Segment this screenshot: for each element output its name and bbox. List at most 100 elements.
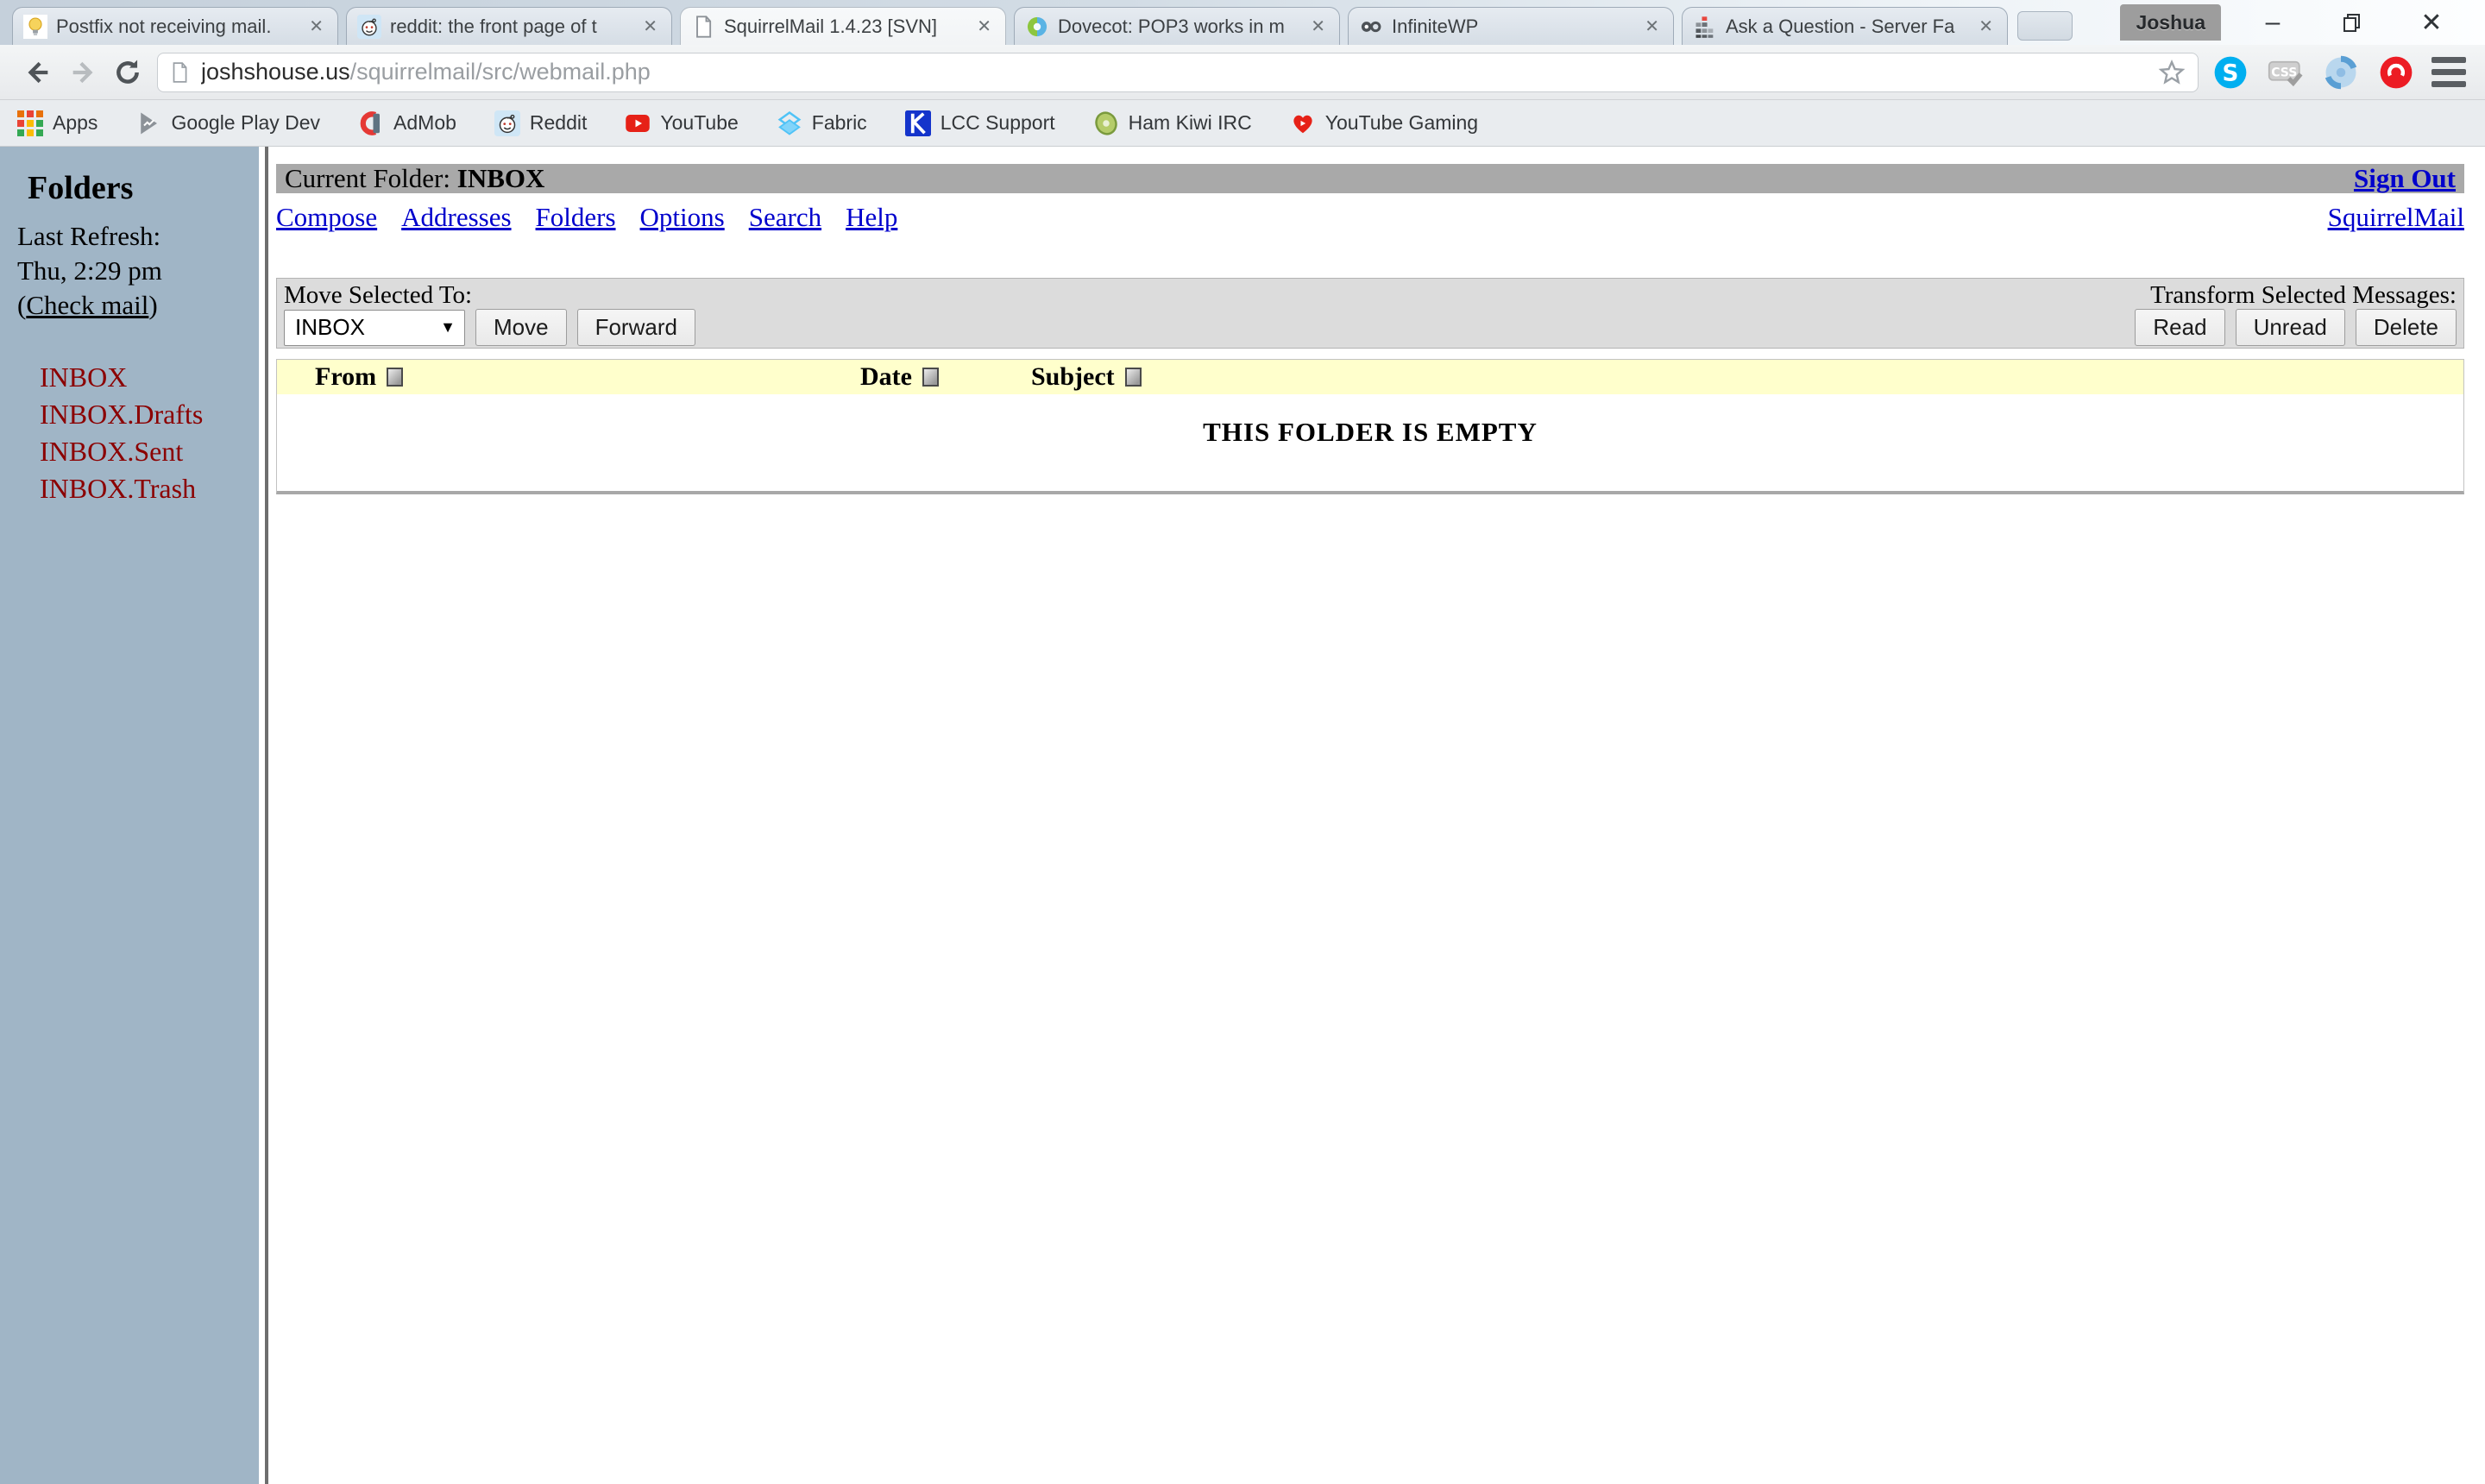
forward-button[interactable] — [60, 50, 105, 95]
page-content: Folders Last Refresh: Thu, 2:29 pm (Chec… — [0, 147, 2485, 1484]
move-button[interactable]: Move — [475, 309, 567, 346]
message-actions-band: Move Selected To: INBOX ▼ Move Forward T… — [276, 278, 2464, 349]
tab-dovecot[interactable]: Dovecot: POP3 works in m ✕ — [1014, 7, 1340, 45]
bookmark-apps[interactable]: Apps — [17, 110, 98, 136]
bookmark-youtube-gaming[interactable]: YouTube Gaming — [1290, 110, 1478, 136]
bookmark-youtube[interactable]: YouTube — [625, 110, 739, 136]
squirrelmail-link[interactable]: SquirrelMail — [2328, 202, 2464, 233]
tab-reddit[interactable]: reddit: the front page of t ✕ — [346, 7, 672, 45]
menu-search[interactable]: Search — [749, 202, 821, 233]
bookmark-admob[interactable]: AdMob — [358, 110, 456, 136]
close-icon[interactable]: ✕ — [1639, 14, 1664, 39]
chrome-menu-icon[interactable] — [2432, 57, 2466, 87]
lightbulb-icon — [23, 14, 47, 39]
tab-infinitewp[interactable]: InfiniteWP ✕ — [1348, 7, 1674, 45]
tab-postfix[interactable]: Postfix not receiving mail. ✕ — [12, 7, 338, 45]
reddit-icon — [494, 110, 520, 136]
tab-strip: Postfix not receiving mail. ✕ reddit: th… — [12, 7, 2073, 45]
forward-button-mail[interactable]: Forward — [576, 309, 695, 346]
new-tab-button[interactable] — [2017, 11, 2073, 41]
folder-inbox-drafts[interactable]: INBOX.Drafts — [40, 396, 250, 433]
back-button[interactable] — [16, 50, 60, 95]
profile-badge[interactable]: Joshua — [2120, 4, 2221, 41]
delete-button[interactable]: Delete — [2355, 309, 2457, 346]
frame-divider — [259, 147, 271, 1484]
menu-folders[interactable]: Folders — [536, 202, 616, 233]
close-icon[interactable]: ✕ — [972, 14, 997, 39]
reddit-icon — [357, 14, 381, 39]
lcc-icon — [904, 110, 931, 136]
play-dev-icon — [135, 110, 161, 136]
close-icon[interactable]: ✕ — [1305, 14, 1331, 39]
authy-icon[interactable] — [2376, 53, 2416, 92]
bookmark-reddit[interactable]: Reddit — [494, 110, 587, 136]
tab-squirrelmail-active[interactable]: SquirrelMail 1.4.23 [SVN] ✕ — [680, 7, 1006, 45]
check-mail: (Check mail) — [17, 290, 158, 320]
close-icon[interactable]: ✕ — [638, 14, 663, 39]
message-list: From Date Subject THIS FOLDER IS EMPTY — [276, 359, 2464, 494]
extension-icons: S CSS — [2211, 53, 2469, 92]
message-list-body: THIS FOLDER IS EMPTY — [277, 394, 2463, 491]
tab-serverfault[interactable]: Ask a Question - Server Fa ✕ — [1682, 7, 2008, 45]
empty-folder-message: THIS FOLDER IS EMPTY — [1203, 417, 1538, 447]
browser-window: Postfix not receiving mail. ✕ reddit: th… — [0, 0, 2485, 1484]
skype-icon[interactable]: S — [2211, 53, 2250, 92]
sync-icon[interactable] — [2321, 53, 2361, 92]
menu-help[interactable]: Help — [846, 202, 897, 233]
menu-compose[interactable]: Compose — [276, 202, 377, 233]
column-subject: Subject — [1031, 360, 1142, 394]
sort-from-icon[interactable] — [387, 368, 404, 387]
bookmark-ham-kiwi-irc[interactable]: Ham Kiwi IRC — [1093, 110, 1252, 136]
unread-button[interactable]: Unread — [2235, 309, 2345, 346]
url-host: joshshouse.us — [201, 59, 350, 85]
admob-icon — [358, 110, 384, 136]
sort-date-icon[interactable] — [922, 368, 939, 387]
folder-inbox-sent[interactable]: INBOX.Sent — [40, 433, 250, 470]
navigation-toolbar: joshshouse.us/squirrelmail/src/webmail.p… — [0, 45, 2485, 100]
sign-out-link[interactable]: Sign Out — [2354, 163, 2456, 194]
check-mail-link[interactable]: Check mail — [26, 290, 148, 320]
transform-section: Transform Selected Messages: Read Unread… — [2135, 281, 2457, 346]
move-folder-select[interactable]: INBOX ▼ — [284, 309, 465, 346]
folders-heading: Folders — [28, 170, 134, 206]
bookmark-star-icon[interactable] — [2153, 53, 2191, 91]
infinitewp-icon — [1359, 15, 1383, 39]
youtube-icon — [625, 110, 651, 136]
bookmark-lcc-support[interactable]: LCC Support — [904, 110, 1055, 136]
folder-inbox-trash[interactable]: INBOX.Trash — [40, 470, 250, 507]
dovecot-icon — [1025, 15, 1049, 39]
apps-grid-icon — [17, 110, 43, 136]
close-icon[interactable]: ✕ — [304, 14, 329, 39]
address-bar[interactable]: joshshouse.us/squirrelmail/src/webmail.p… — [157, 52, 2199, 92]
url-text[interactable]: joshshouse.us/squirrelmail/src/webmail.p… — [201, 59, 2153, 85]
bookmark-google-play-dev[interactable]: Google Play Dev — [135, 110, 320, 136]
document-icon — [168, 61, 201, 84]
close-icon[interactable]: ✕ — [1973, 14, 1998, 39]
sort-subject-icon[interactable] — [1124, 368, 1142, 387]
read-button[interactable]: Read — [2135, 309, 2225, 346]
message-list-header: From Date Subject — [277, 360, 2463, 394]
menu-row: Compose Addresses Folders Options Search… — [276, 202, 2464, 233]
menu-links: Compose Addresses Folders Options Search… — [276, 202, 897, 233]
reload-button[interactable] — [105, 50, 150, 95]
kiwi-icon — [1093, 110, 1119, 136]
restore-button[interactable] — [2312, 0, 2392, 45]
serverfault-icon — [1693, 15, 1717, 39]
close-window-button[interactable]: ✕ — [2392, 0, 2471, 45]
last-refresh-label: Last Refresh: — [17, 221, 161, 251]
folder-inbox[interactable]: INBOX — [40, 359, 250, 396]
menu-addresses[interactable]: Addresses — [401, 202, 511, 233]
tab-title: Ask a Question - Server Fa — [1726, 15, 1955, 37]
move-section: Move Selected To: INBOX ▼ Move Forward — [284, 281, 695, 346]
menu-options[interactable]: Options — [640, 202, 725, 233]
minimize-button[interactable]: – — [2233, 0, 2312, 45]
tab-title: Dovecot: POP3 works in m — [1058, 15, 1285, 37]
folders-sidebar: Folders Last Refresh: Thu, 2:29 pm (Chec… — [0, 147, 259, 1484]
tab-title: Postfix not receiving mail. — [56, 15, 272, 37]
bookmark-fabric[interactable]: Fabric — [777, 110, 867, 136]
move-label: Move Selected To: — [284, 281, 473, 309]
tab-title: reddit: the front page of t — [390, 15, 597, 37]
bookmarks-bar: Apps Google Play Dev AdMob Reddit YouTub… — [0, 100, 2485, 147]
current-folder-name: INBOX — [456, 163, 545, 193]
css-checker-icon[interactable]: CSS — [2266, 53, 2306, 92]
